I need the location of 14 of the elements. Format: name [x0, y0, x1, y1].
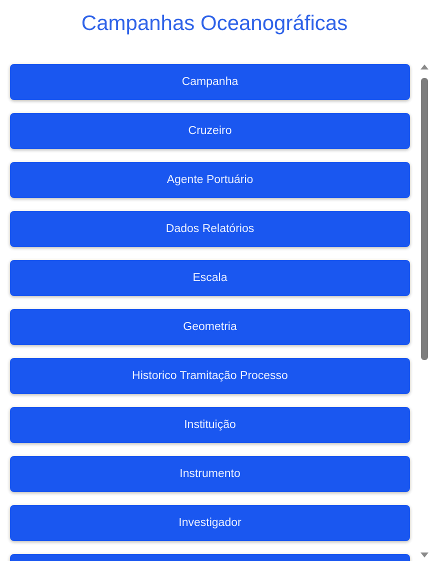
menu-button[interactable]: Dados Relatórios: [10, 211, 410, 247]
menu-button[interactable]: Instituição: [10, 407, 410, 443]
menu-button[interactable]: Historico Tramitação Processo: [10, 358, 410, 394]
menu-button[interactable]: Campanha: [10, 64, 410, 100]
menu-button[interactable]: Agente Portuário: [10, 162, 410, 198]
menu-button[interactable]: Investigador: [10, 505, 410, 541]
menu-button[interactable]: Cruzeiro: [10, 113, 410, 149]
scroll-up-icon[interactable]: [420, 64, 428, 70]
page-title: Campanhas Oceanográficas: [81, 11, 348, 37]
menu-button[interactable]: Escala: [10, 260, 410, 296]
menu-button[interactable]: Instrumento: [10, 456, 410, 492]
scroll-down-icon[interactable]: [420, 552, 428, 558]
menu-button[interactable]: Geometria: [10, 309, 410, 345]
scrollbar-thumb[interactable]: [420, 78, 428, 360]
